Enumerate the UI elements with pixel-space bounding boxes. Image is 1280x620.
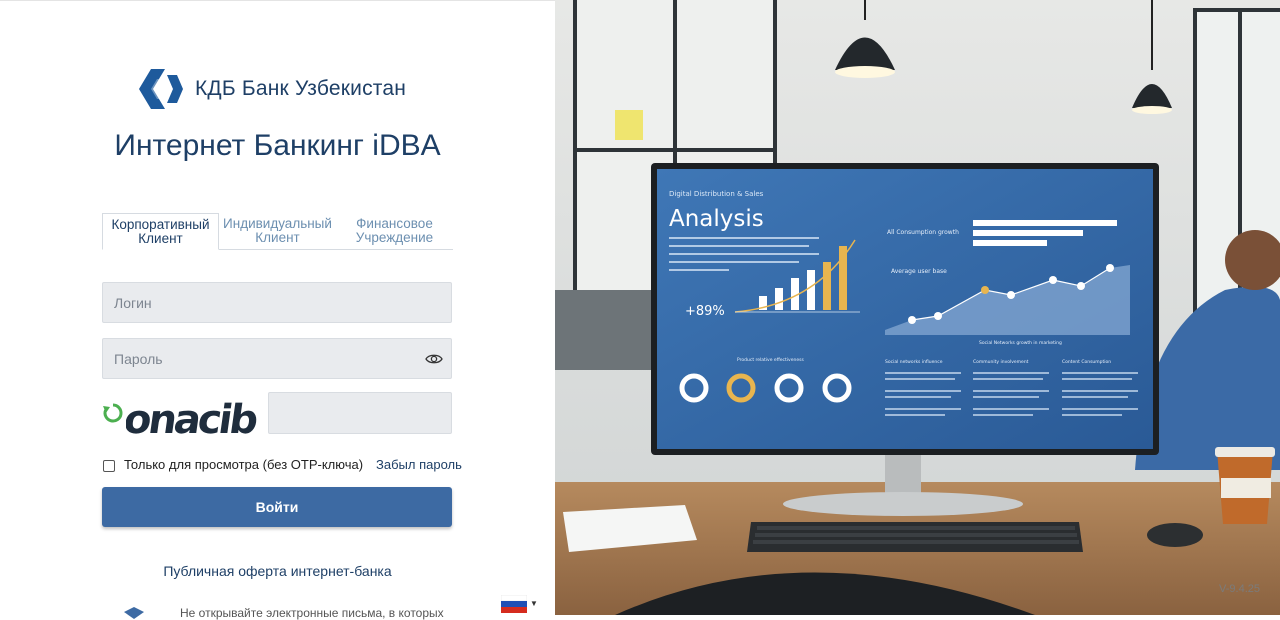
- public-offer-link[interactable]: Публичная оферта интернет-банка: [0, 563, 555, 579]
- password-placeholder: Пароль: [114, 351, 163, 367]
- security-warning: Не открывайте электронные письма, в кото…: [180, 606, 444, 620]
- column-content-label: Content Consumption: [1062, 359, 1111, 365]
- growth-value: +89%: [685, 304, 725, 319]
- ru-flag-icon[interactable]: [501, 595, 527, 613]
- product-effectiveness-label: Product relative effectiveness: [737, 357, 804, 363]
- tab-individual-line2: Клиент: [255, 230, 300, 245]
- column-social-label: Social networks influence: [885, 359, 943, 365]
- captcha-text: onacib: [126, 397, 260, 443]
- login-placeholder: Логин: [114, 295, 152, 311]
- shield-warning-icon: [124, 607, 144, 619]
- tab-individual-line1: Индивидуальный: [223, 216, 332, 231]
- tab-financial-line2: Учреждение: [355, 230, 434, 245]
- tab-financial[interactable]: Финансовое Учреждение: [336, 213, 453, 249]
- password-field[interactable]: Пароль: [102, 338, 452, 379]
- refresh-captcha-icon[interactable]: [102, 402, 124, 424]
- kdb-logo-icon: [139, 69, 183, 109]
- hero-image: Digital Distribution & Sales Analysis +8…: [555, 0, 1280, 615]
- captcha-image: onacib: [126, 397, 260, 443]
- captcha-input[interactable]: [268, 392, 452, 434]
- brand-logo: КДБ Банк Узбекистан: [139, 69, 406, 109]
- version-label: V-9.4.25: [1219, 583, 1260, 595]
- office-scene: Digital Distribution & Sales Analysis +8…: [555, 0, 1280, 615]
- tab-corporate-line1: Корпоративный: [111, 217, 210, 232]
- client-type-tabs: Корпоративный Клиент Индивидуальный Клие…: [102, 213, 453, 250]
- eye-icon[interactable]: [425, 351, 443, 367]
- login-button[interactable]: Войти: [102, 487, 452, 527]
- social-growth-label: Social Networks growth in marketing: [979, 340, 1062, 346]
- column-community-label: Community involvement: [973, 359, 1029, 365]
- tab-corporate[interactable]: Корпоративный Клиент: [102, 213, 219, 250]
- view-only-checkbox[interactable]: [103, 460, 115, 472]
- forgot-password-link[interactable]: Забыл пароль: [376, 457, 462, 472]
- public-offer-label: Публичная оферта интернет-банка: [163, 563, 392, 579]
- screen-title: Analysis: [669, 206, 764, 232]
- screen-header: Digital Distribution & Sales: [669, 190, 764, 198]
- brand-name: КДБ Банк Узбекистан: [195, 77, 407, 100]
- view-only-label: Только для просмотра (без OTP-ключа): [124, 457, 364, 472]
- all-consumption-label: All Consumption growth: [887, 229, 959, 236]
- page-title: Интернет Банкинг iDBA: [114, 129, 441, 162]
- tab-individual[interactable]: Индивидуальный Клиент: [219, 213, 336, 249]
- language-dropdown-icon[interactable]: ▼: [530, 599, 538, 608]
- login-field[interactable]: Логин: [102, 282, 452, 323]
- average-user-base-label: Average user base: [891, 268, 947, 275]
- tab-financial-line1: Финансовое: [356, 216, 433, 231]
- tab-corporate-line2: Клиент: [138, 231, 183, 246]
- login-panel: КДБ Банк Узбекистан Интернет Банкинг iDB…: [0, 0, 555, 620]
